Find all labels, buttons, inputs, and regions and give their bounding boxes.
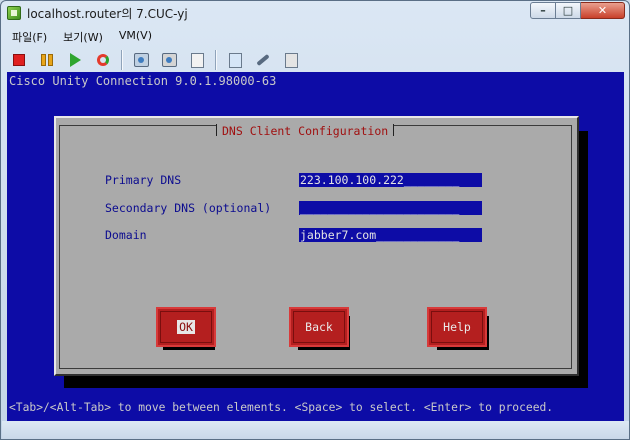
dialog-frame: DNS Client Configuration Primary DNS 223…	[59, 124, 572, 369]
ok-button[interactable]: OK	[156, 307, 216, 347]
secondary-dns-input[interactable]: _______________________	[299, 201, 482, 215]
console-view-button[interactable]	[225, 50, 245, 70]
menu-view[interactable]: 보기(W)	[60, 28, 106, 46]
ok-button-label: OK	[177, 320, 195, 334]
help-button[interactable]: Help	[427, 307, 487, 347]
minimize-icon: –	[540, 4, 546, 17]
toolbar-separator	[215, 50, 217, 70]
status-bar	[2, 421, 629, 439]
maximize-icon: □	[562, 4, 574, 17]
close-icon: ✕	[597, 4, 608, 17]
dialog-title: DNS Client Configuration	[216, 124, 395, 138]
power-off-icon	[13, 54, 25, 66]
power-off-button[interactable]	[9, 50, 29, 70]
power-on-button[interactable]	[65, 50, 85, 70]
tools-button[interactable]	[281, 50, 301, 70]
console-view-icon	[228, 52, 242, 68]
menu-file[interactable]: 파일(F)	[9, 28, 50, 46]
reset-button[interactable]	[93, 50, 113, 70]
vmware-app-icon	[7, 6, 21, 20]
back-button[interactable]: Back	[289, 307, 349, 347]
snapshot-button[interactable]	[131, 50, 151, 70]
window-controls: – □ ✕	[530, 2, 625, 20]
close-button[interactable]: ✕	[581, 2, 625, 19]
secondary-dns-label: Secondary DNS (optional)	[105, 201, 272, 215]
revert-snapshot-icon	[161, 53, 177, 67]
vm-window: localhost.router의 7.CUC-yj – □ ✕ 파일(F) 보…	[0, 0, 630, 440]
vm-console-screen[interactable]: Cisco Unity Connection 9.0.1.98000-63 DN…	[7, 72, 624, 421]
tools-icon	[284, 52, 298, 68]
suspend-icon	[40, 54, 54, 66]
toolbar-separator	[121, 50, 123, 70]
snapshot-manager-button[interactable]	[187, 50, 207, 70]
toolbar	[9, 48, 309, 72]
vm-settings-button[interactable]	[253, 50, 273, 70]
primary-dns-input[interactable]: 223.100.100.222________	[299, 173, 482, 187]
suspend-button[interactable]	[37, 50, 57, 70]
dns-config-dialog: DNS Client Configuration Primary DNS 223…	[54, 116, 579, 376]
maximize-button[interactable]: □	[556, 2, 581, 19]
snapshot-manager-icon	[190, 52, 204, 68]
title-bar[interactable]: localhost.router의 7.CUC-yj – □ ✕	[1, 1, 629, 25]
revert-snapshot-button[interactable]	[159, 50, 179, 70]
menu-bar: 파일(F) 보기(W) VM(V)	[9, 28, 155, 46]
reset-icon	[97, 54, 109, 66]
primary-dns-label: Primary DNS	[105, 173, 182, 187]
menu-vm[interactable]: VM(V)	[116, 28, 155, 46]
domain-input[interactable]: jabber7.com____________	[299, 228, 482, 242]
snapshot-icon	[133, 53, 149, 67]
help-button-label: Help	[443, 320, 471, 334]
back-button-label: Back	[305, 320, 333, 334]
domain-label: Domain	[105, 228, 147, 242]
product-version-header: Cisco Unity Connection 9.0.1.98000-63	[9, 74, 277, 88]
vm-settings-icon	[256, 53, 270, 67]
keyboard-help-footer: <Tab>/<Alt-Tab> to move between elements…	[9, 401, 554, 414]
power-on-icon	[69, 53, 81, 67]
window-title: localhost.router의 7.CUC-yj	[27, 7, 188, 21]
minimize-button[interactable]: –	[530, 2, 556, 19]
